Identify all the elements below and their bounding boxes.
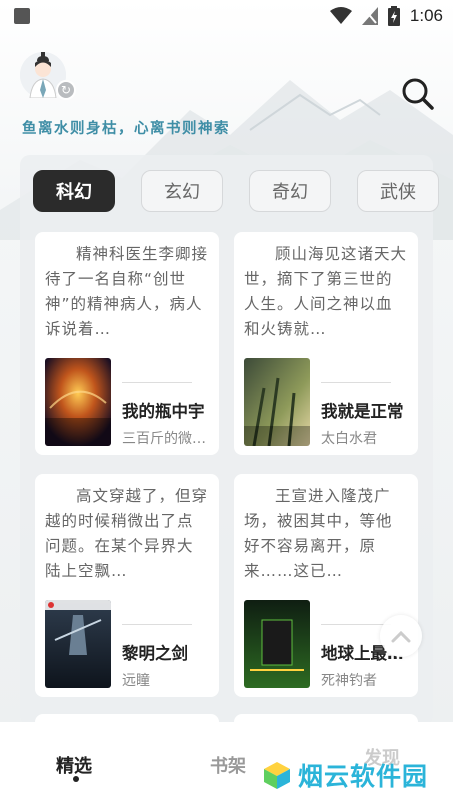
book-description: 精神科医生李卿接待了一名自称“创世神”的精神病人，病人诉说着… — [45, 245, 209, 338]
signal-off-icon — [361, 7, 378, 25]
book-description: 顾山海见这诸天大世，摘下了第三世的人生。人间之神以血和火铸就… — [244, 245, 408, 338]
status-bar: 1:06 — [0, 0, 453, 32]
book-cover-image — [45, 600, 111, 688]
nav-featured[interactable]: 精选 — [56, 752, 92, 778]
watermark-text: 烟云软件园 — [298, 762, 429, 791]
scroll-to-top-button[interactable] — [380, 615, 422, 657]
tab-wuxia[interactable]: 武侠 — [357, 170, 439, 212]
chevron-up-icon — [391, 630, 411, 643]
book-cover-image — [244, 358, 310, 446]
motto-text: 鱼离水则身枯，心离书则神索 — [22, 120, 230, 137]
book-card[interactable]: 高文穿越了，但穿越的时候稍微出了点问题。在某个异界大陆上空飘… 黎明之剑 远瞳 — [35, 474, 219, 697]
search-button[interactable] — [400, 76, 436, 112]
book-cover[interactable] — [45, 600, 111, 688]
book-title: 我的瓶中宇 — [122, 402, 205, 421]
book-title: 我就是正常 — [321, 402, 404, 421]
divider — [321, 382, 391, 383]
book-title: 黎明之剑 — [122, 644, 188, 663]
book-author: 远瞳 — [122, 673, 150, 689]
book-cover[interactable] — [244, 358, 310, 446]
book-card[interactable]: 精神科医生李卿接待了一名自称“创世神”的精神病人，病人诉说着… 我的瓶中宇 三百… — [35, 232, 219, 455]
divider — [122, 624, 192, 625]
book-cover-image — [244, 600, 310, 688]
book-cover[interactable] — [244, 600, 310, 688]
tab-fantasy[interactable]: 奇幻 — [249, 170, 331, 212]
book-card[interactable]: 顾山海见这诸天大世，摘下了第三世的人生。人间之神以血和火铸就… 我就是正常 太白… — [234, 232, 418, 455]
switch-account-icon[interactable]: ↻ — [56, 80, 76, 100]
book-cover[interactable] — [45, 358, 111, 446]
book-cover-image — [45, 358, 111, 446]
nav-bookshelf[interactable]: 书架 — [210, 752, 246, 778]
cube-logo-icon — [264, 762, 290, 789]
tab-scifi[interactable]: 科幻 — [33, 170, 115, 212]
divider — [122, 382, 192, 383]
active-nav-indicator — [73, 776, 79, 782]
book-author: 三百斤的微… — [122, 431, 206, 447]
watermark: 烟云软件园 — [262, 757, 428, 793]
book-description: 王宣进入隆茂广场，被困其中，等他好不容易离开，原来……这已… — [244, 487, 393, 580]
tab-xuanhuan[interactable]: 玄幻 — [141, 170, 223, 212]
search-icon — [402, 78, 434, 110]
status-time: 1:06 — [409, 6, 443, 25]
book-author: 太白水君 — [321, 431, 377, 447]
battery-charging-icon — [387, 6, 400, 26]
notification-icon — [14, 8, 30, 24]
book-description: 高文穿越了，但穿越的时候稍微出了点问题。在某个异界大陆上空飘… — [45, 487, 209, 580]
wifi-icon — [329, 7, 352, 24]
category-tabs: 科幻 玄幻 奇幻 武侠 — [33, 170, 443, 214]
book-author: 死神钓者 — [321, 673, 377, 689]
book-card[interactable]: 王宣进入隆茂广场，被困其中，等他好不容易离开，原来……这已… 地球上最后… 死神… — [234, 474, 418, 697]
